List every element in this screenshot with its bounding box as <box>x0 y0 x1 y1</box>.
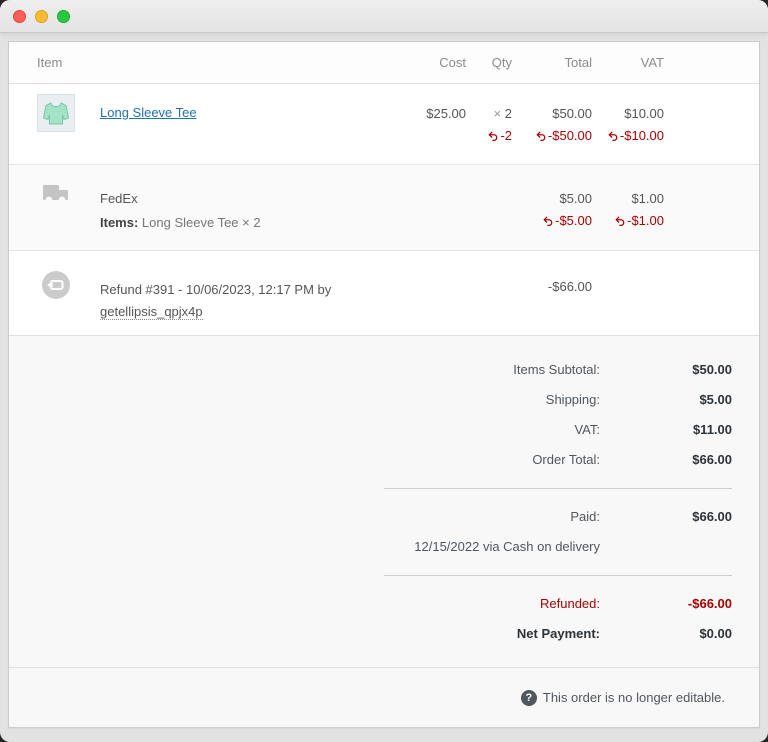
refund-amount: -$66.00 <box>547 279 592 294</box>
order-items-panel: Item Cost Qty Total VAT Long Sleeve Tee … <box>8 41 760 728</box>
undo-arrow-icon <box>543 216 553 226</box>
product-name-link[interactable]: Long Sleeve Tee <box>100 105 197 120</box>
product-refunded-vat: -$10.00 <box>592 128 664 143</box>
total-row-order-total: Order Total: $66.00 <box>532 452 732 467</box>
column-header-vat: VAT <box>592 42 664 84</box>
shipping-refunded-total: -$5.00 <box>512 213 592 228</box>
paid-date-note: 12/15/2022 via Cash on delivery <box>414 539 600 554</box>
refund-description: Refund #391 - 10/06/2023, 12:17 PM by ge… <box>100 282 332 320</box>
shipping-total: $5.00 <box>559 191 592 206</box>
undo-arrow-icon <box>488 131 498 141</box>
page-background: Item Cost Qty Total VAT Long Sleeve Tee … <box>0 33 768 742</box>
undo-arrow-icon <box>536 131 546 141</box>
maximize-window-button[interactable] <box>57 9 70 23</box>
total-row-shipping: Shipping: $5.00 <box>545 392 732 407</box>
order-totals-section: Items Subtotal: $50.00 Shipping: $5.00 V… <box>9 335 759 667</box>
shipping-vat: $1.00 <box>631 191 664 206</box>
close-window-button[interactable] <box>13 9 26 23</box>
shipping-truck-icon <box>37 183 75 230</box>
totals-divider <box>384 575 732 576</box>
refund-circle-icon <box>37 271 75 323</box>
column-header-actions <box>664 42 759 84</box>
titlebar <box>0 0 768 33</box>
product-total: $50.00 <box>552 106 592 121</box>
undo-arrow-icon <box>615 216 625 226</box>
total-row-net-payment: Net Payment: $0.00 <box>516 626 732 641</box>
shipping-method-name: FedEx <box>100 191 138 206</box>
column-header-cost: Cost <box>376 42 466 84</box>
product-vat: $10.00 <box>624 106 664 121</box>
refund-user: getellipsis_qpjx4p <box>100 304 203 320</box>
product-cost: $25.00 <box>426 106 466 121</box>
column-header-qty: Qty <box>466 42 512 84</box>
product-refunded-total: -$50.00 <box>512 128 592 143</box>
minimize-window-button[interactable] <box>35 9 48 23</box>
table-header-row: Item Cost Qty Total VAT <box>9 42 759 84</box>
table-row-shipping: FedEx Items: Long Sleeve Tee × 2 $5.00 -… <box>9 164 759 251</box>
order-not-editable-message: This order is no longer editable. <box>542 690 725 705</box>
table-row-refund: Refund #391 - 10/06/2023, 12:17 PM by ge… <box>9 250 759 335</box>
product-name-link-wrap: Long Sleeve Tee <box>100 105 197 132</box>
product-qty: × 2 <box>493 106 512 121</box>
help-icon: ? <box>520 689 537 706</box>
column-header-total: Total <box>512 42 592 84</box>
table-row-product: Long Sleeve Tee $25.00 × 2 -2 $50.00 -$5… <box>9 83 759 165</box>
order-window: Item Cost Qty Total VAT Long Sleeve Tee … <box>0 0 768 742</box>
total-row-items-subtotal: Items Subtotal: $50.00 <box>513 362 732 377</box>
total-row-paid: Paid: $66.00 <box>570 509 732 524</box>
total-row-vat: VAT: $11.00 <box>574 422 732 437</box>
product-refunded-qty: -2 <box>466 128 512 143</box>
totals-divider <box>384 488 732 489</box>
product-thumbnail <box>37 94 75 132</box>
total-row-refunded: Refunded: -$66.00 <box>540 596 732 611</box>
long-sleeve-tee-image <box>42 102 70 125</box>
column-header-item: Item <box>9 42 376 84</box>
order-footer: ? This order is no longer editable. <box>9 667 759 727</box>
order-items-table: Item Cost Qty Total VAT Long Sleeve Tee … <box>9 42 759 335</box>
shipping-items-summary: Items: Long Sleeve Tee × 2 <box>100 215 261 230</box>
undo-arrow-icon <box>608 131 618 141</box>
shipping-refunded-vat: -$1.00 <box>592 213 664 228</box>
